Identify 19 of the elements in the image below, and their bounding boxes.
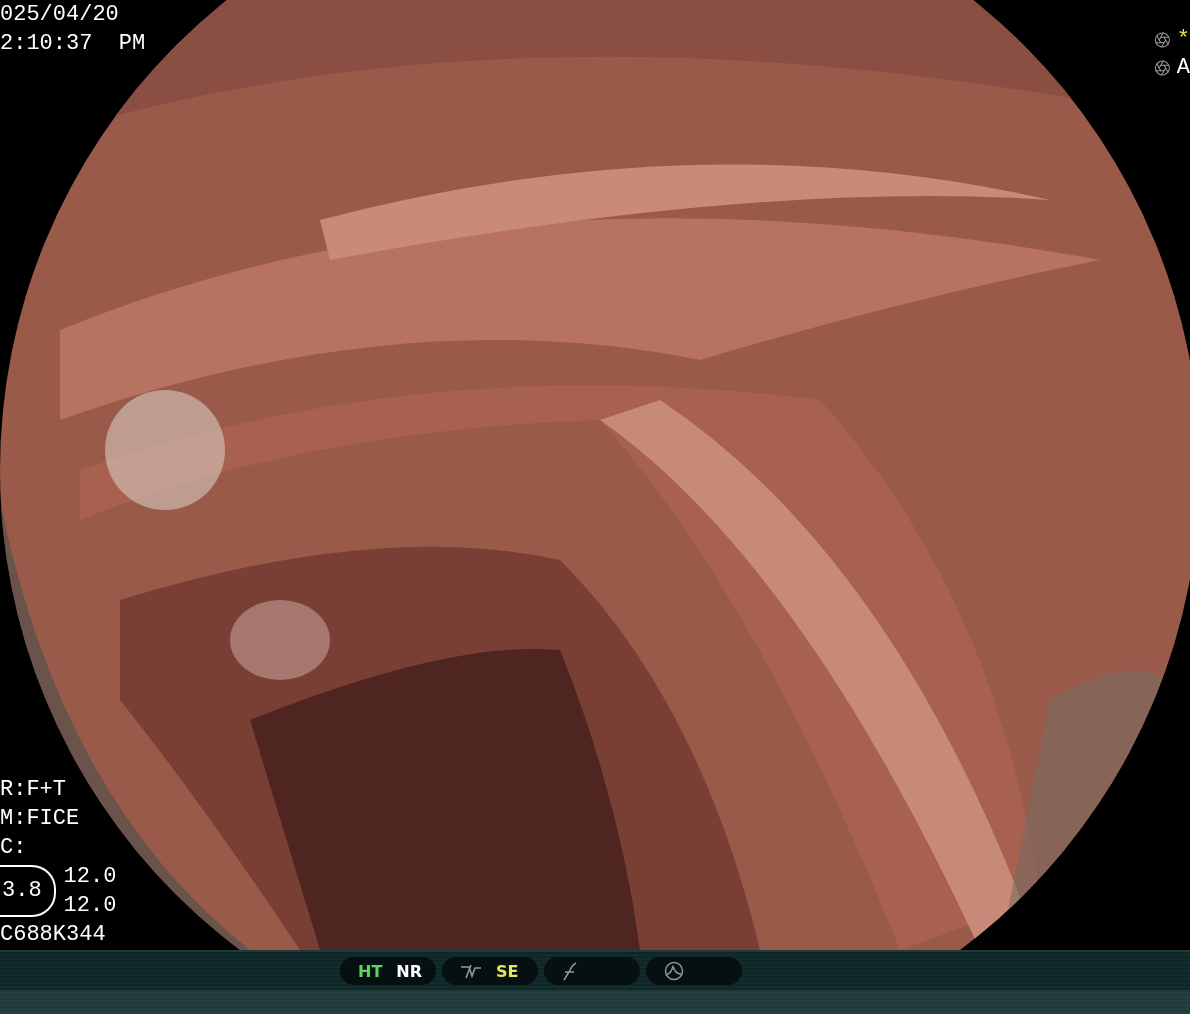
indicator-symbol: * <box>1176 28 1190 52</box>
status-label: NR <box>396 961 423 981</box>
status-label: HT <box>358 961 383 981</box>
circled-value: 3.8 <box>0 865 56 917</box>
aperture-icon <box>1154 59 1171 77</box>
setting-text: C: <box>0 834 28 862</box>
setting-text: R:F+T <box>0 776 67 804</box>
aperture-icon <box>1154 31 1171 49</box>
setting-text: M:FICE <box>0 805 81 833</box>
date-text: 025/04/20 <box>0 1 120 29</box>
code-text: C688K344 <box>0 921 107 949</box>
bell-curve-icon <box>664 961 684 981</box>
value-text: 12.0 <box>63 863 117 891</box>
value-text: 12.0 <box>63 892 117 920</box>
status-label: SE <box>496 961 519 981</box>
curve-f-icon <box>562 961 578 981</box>
indicator-symbol: A <box>1176 56 1190 80</box>
time-text: 2:10:37 PM <box>0 30 146 58</box>
step-curve-icon <box>460 962 482 980</box>
